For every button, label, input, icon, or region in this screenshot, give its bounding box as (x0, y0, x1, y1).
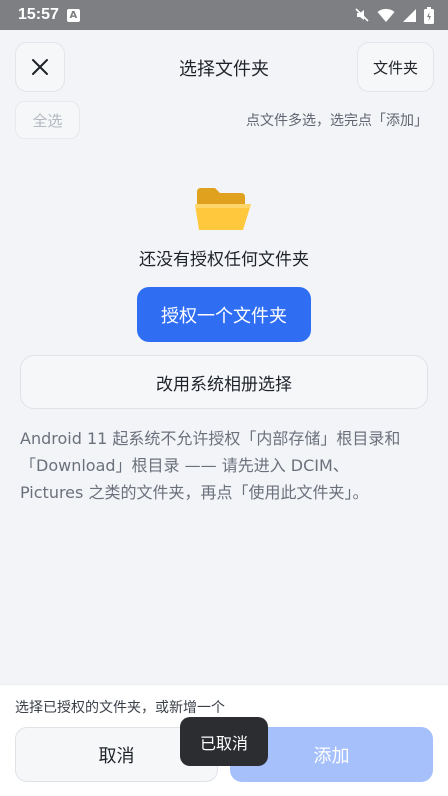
android-11-note: Android 11 起系统不允许授权「内部存储」根目录和 「Download」… (20, 425, 432, 506)
mute-icon (355, 8, 369, 22)
folder-button[interactable]: 文件夹 (357, 42, 434, 92)
note-line: 「Download」根目录 —— 请先进入 DCIM、 (20, 456, 349, 475)
status-icons (354, 6, 434, 24)
grant-folder-button[interactable]: 授权一个文件夹 (137, 287, 311, 342)
status-bar: 15:57 A (0, 0, 448, 30)
multi-select-hint: 点文件多选，选完点「添加」 (246, 113, 428, 129)
a-letter-icon: A (66, 8, 80, 22)
empty-state-message: 还没有授权任何文件夹 (139, 250, 309, 270)
signal-icon (403, 8, 416, 22)
system-album-picker-button[interactable]: 改用系统相册选择 (20, 355, 428, 409)
status-time: 15:57 (18, 6, 59, 23)
note-line: Pictures 之类的文件夹，再点「使用此文件夹」。 (20, 483, 369, 502)
select-all-button[interactable]: 全选 (15, 101, 80, 139)
bottom-hint: 选择已授权的文件夹，或新增一个 (15, 700, 225, 716)
open-folder-icon (195, 188, 251, 230)
wifi-icon (377, 8, 395, 22)
battery-icon (424, 6, 434, 24)
note-line: Android 11 起系统不允许授权「内部存储」根目录和 (20, 429, 401, 448)
toast-message: 已取消 (180, 717, 268, 766)
